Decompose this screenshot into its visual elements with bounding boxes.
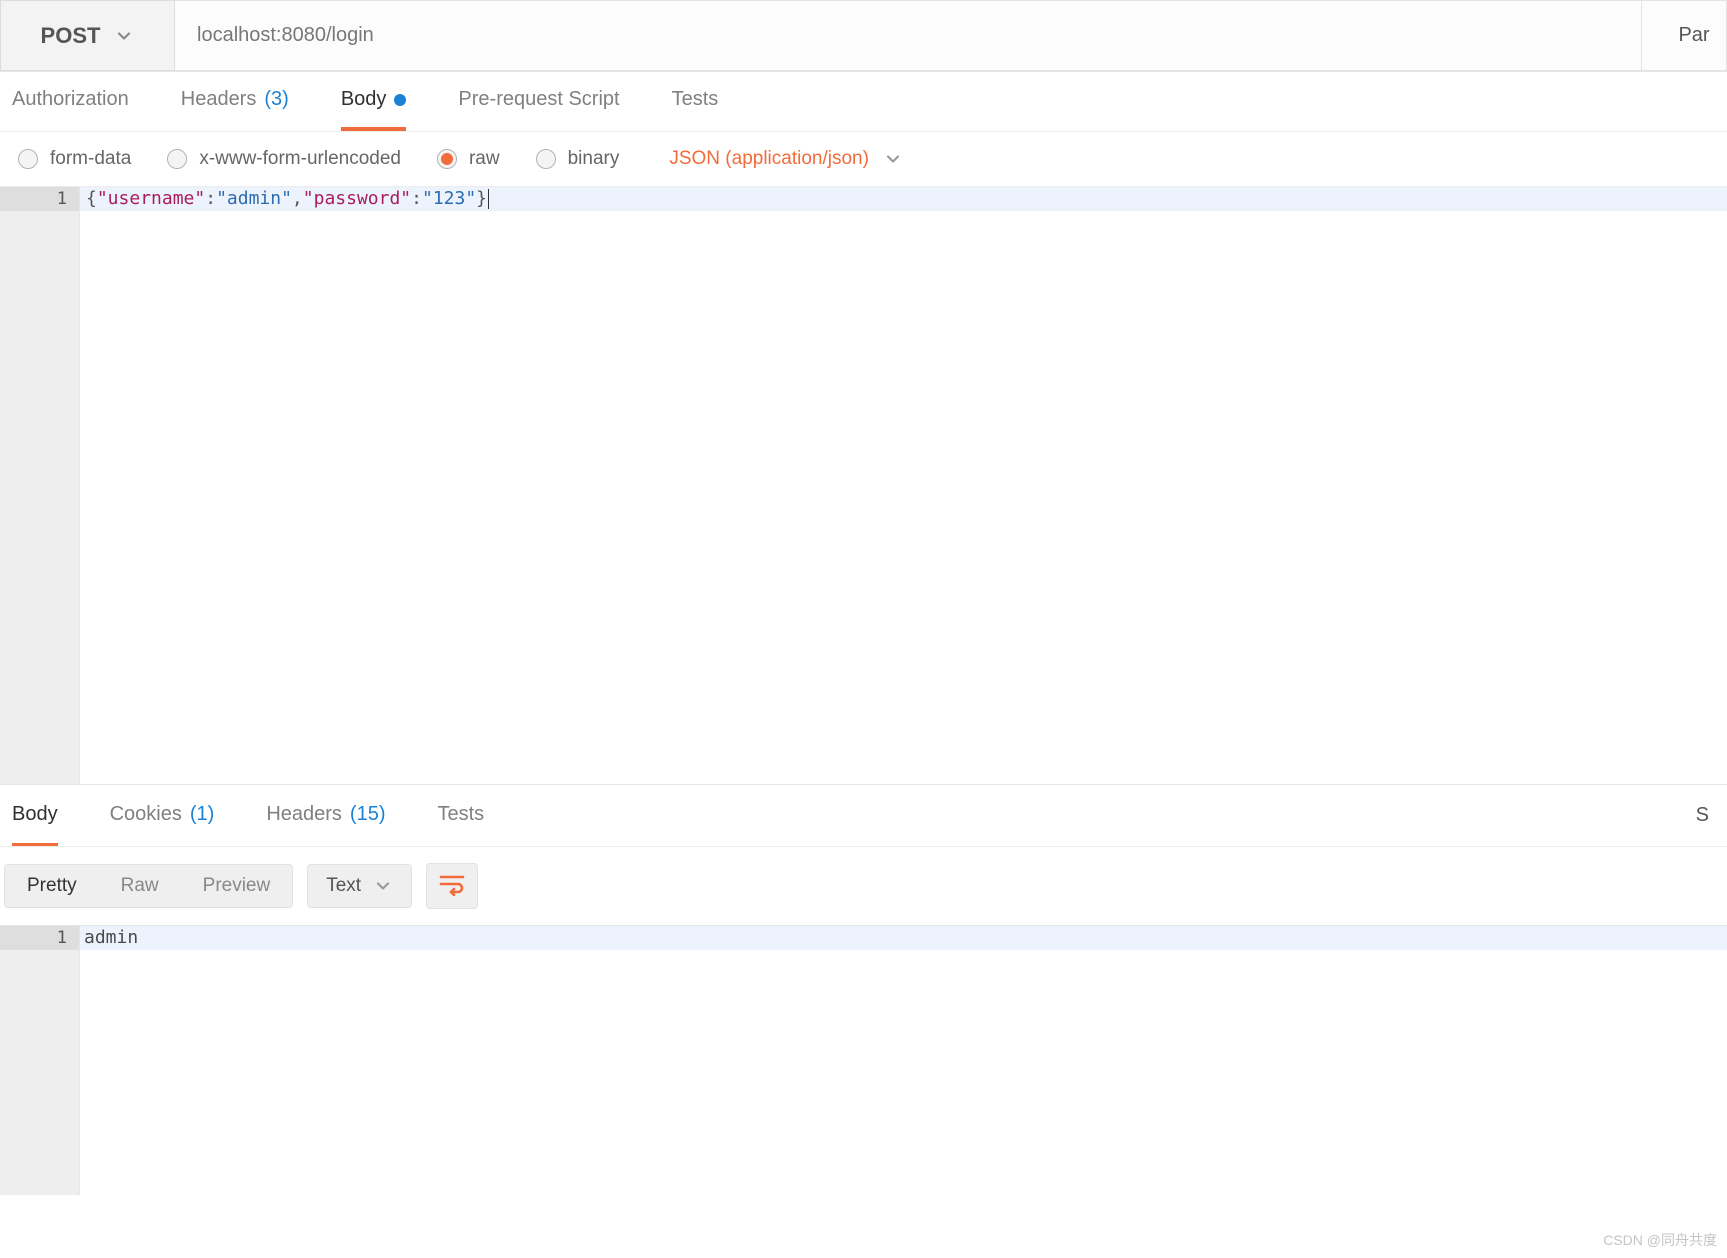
response-text: admin: [84, 926, 138, 950]
watermark: CSDN @同舟共度: [1603, 1230, 1717, 1250]
editor-code-area[interactable]: { "username" : "admin" , "password" : "1…: [80, 187, 1727, 784]
view-mode-group: Pretty Raw Preview: [4, 864, 293, 908]
tab-prerequest-label: Pre-request Script: [458, 88, 619, 111]
resp-tab-tests[interactable]: Tests: [438, 785, 485, 846]
wrap-lines-button[interactable]: [426, 863, 478, 909]
response-format-select[interactable]: Text: [307, 864, 412, 908]
radio-icon: [18, 149, 38, 169]
request-tabs: Authorization Headers (3) Body Pre-reque…: [0, 72, 1727, 132]
token-string: "123": [422, 187, 476, 211]
chevron-down-icon: [114, 26, 134, 46]
code-line[interactable]: { "username" : "admin" , "password" : "1…: [80, 187, 1727, 211]
tab-headers-count: (3): [264, 88, 288, 111]
radio-form-data-label: form-data: [50, 148, 131, 170]
view-mode-preview-label: Preview: [203, 875, 271, 896]
tab-authorization-label: Authorization: [12, 88, 129, 111]
radio-icon: [167, 149, 187, 169]
tab-tests[interactable]: Tests: [672, 72, 719, 131]
resp-tab-cookies-count: (1): [190, 803, 214, 826]
chevron-down-icon: [883, 149, 903, 169]
tab-headers[interactable]: Headers (3): [181, 72, 289, 131]
radio-icon: [536, 149, 556, 169]
params-label: Par: [1678, 24, 1709, 47]
response-line: admin: [80, 926, 1727, 950]
radio-raw[interactable]: raw: [437, 148, 500, 170]
radio-binary-label: binary: [568, 148, 620, 170]
view-mode-raw[interactable]: Raw: [99, 865, 181, 907]
resp-tab-cookies[interactable]: Cookies (1): [110, 785, 215, 846]
resp-tab-headers-label: Headers: [266, 803, 342, 826]
view-mode-preview[interactable]: Preview: [181, 865, 293, 907]
response-gutter: 1: [0, 926, 80, 1195]
line-number: 1: [0, 187, 79, 211]
chevron-down-icon: [373, 876, 393, 896]
response-status-label: S: [1696, 804, 1709, 827]
response-format-label: Text: [326, 875, 361, 897]
radio-icon: [437, 149, 457, 169]
radio-raw-label: raw: [469, 148, 500, 170]
token-brace: {: [86, 187, 97, 211]
request-bar: POST localhost:8080/login Par: [0, 0, 1727, 72]
token-comma: ,: [292, 187, 303, 211]
tab-body-label: Body: [341, 88, 387, 111]
view-mode-raw-label: Raw: [121, 875, 159, 896]
url-value: localhost:8080/login: [197, 24, 374, 47]
response-viewer: 1 admin: [0, 925, 1727, 1195]
radio-form-data[interactable]: form-data: [18, 148, 131, 170]
http-method-select[interactable]: POST: [0, 0, 175, 71]
resp-tab-body[interactable]: Body: [12, 785, 58, 846]
content-type-select[interactable]: JSON (application/json): [669, 148, 903, 170]
radio-urlencoded-label: x-www-form-urlencoded: [199, 148, 401, 170]
tab-tests-label: Tests: [672, 88, 719, 111]
request-body-editor[interactable]: 1 { "username" : "admin" , "password" : …: [0, 187, 1727, 785]
resp-tab-tests-label: Tests: [438, 803, 485, 826]
view-mode-pretty[interactable]: Pretty: [5, 865, 99, 907]
editor-gutter: 1: [0, 187, 80, 784]
response-tabs: Body Cookies (1) Headers (15) Tests S: [0, 785, 1727, 847]
view-mode-pretty-label: Pretty: [27, 875, 77, 896]
resp-tab-cookies-label: Cookies: [110, 803, 182, 826]
token-colon: :: [205, 187, 216, 211]
line-number: 1: [0, 926, 79, 950]
token-key: "password": [303, 187, 411, 211]
tab-body[interactable]: Body: [341, 72, 407, 131]
radio-urlencoded[interactable]: x-www-form-urlencoded: [167, 148, 401, 170]
content-type-label: JSON (application/json): [669, 148, 869, 170]
response-toolbar: Pretty Raw Preview Text: [0, 847, 1727, 925]
response-code-area[interactable]: admin: [80, 926, 1727, 1195]
response-status: S: [1696, 785, 1715, 846]
tab-headers-label: Headers: [181, 88, 257, 111]
tab-prerequest[interactable]: Pre-request Script: [458, 72, 619, 131]
params-button[interactable]: Par: [1642, 0, 1727, 71]
token-string: "admin": [216, 187, 292, 211]
resp-tab-headers[interactable]: Headers (15): [266, 785, 385, 846]
resp-tab-body-label: Body: [12, 803, 58, 826]
text-caret: [488, 189, 489, 209]
tab-authorization[interactable]: Authorization: [12, 72, 129, 131]
url-input[interactable]: localhost:8080/login: [175, 0, 1642, 71]
token-colon: :: [411, 187, 422, 211]
body-type-row: form-data x-www-form-urlencoded raw bina…: [0, 132, 1727, 187]
token-brace: }: [476, 187, 487, 211]
resp-tab-headers-count: (15): [350, 803, 386, 826]
http-method-label: POST: [41, 23, 101, 49]
wrap-lines-icon: [438, 872, 466, 901]
unsaved-dot-icon: [394, 94, 406, 106]
token-key: "username": [97, 187, 205, 211]
radio-binary[interactable]: binary: [536, 148, 620, 170]
